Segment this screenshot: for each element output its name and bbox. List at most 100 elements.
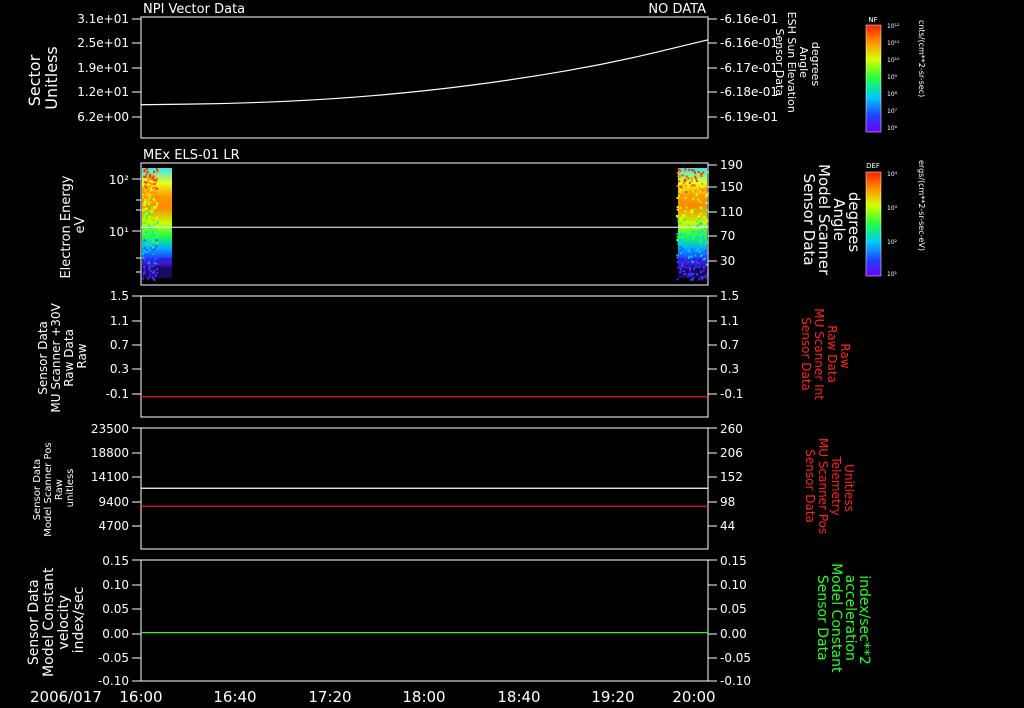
spectrogram-pixel [144,222,147,225]
ylabel-line: degrees [809,42,822,87]
ylabel-line: Raw [838,343,852,368]
ylabel-line: Sensor Data [799,317,813,391]
tick-label: 1.5 [720,289,739,303]
tick-label: 0.10 [720,578,747,592]
ylabel-line: Telemetry [829,455,843,515]
spectrogram-pixel [678,195,680,198]
spectrogram-pixel [696,193,699,195]
ylabel-line: MU Scanner +30V [49,302,63,412]
mex-summary-plot: NPI Vector Data NO DATA 3.1e+01 2.5e+01 … [25,2,926,706]
tick-label: 0.15 [102,554,129,568]
spectrogram-pixel [685,206,688,209]
spectrogram-pixel [681,214,684,217]
tick-label: -0.05 [98,651,129,665]
tick-label: 70 [720,229,735,243]
spectrogram-pixel [689,218,692,221]
def-colorbar-label: DEF [866,162,880,170]
spectrogram-pixel [686,266,689,269]
panel-2: MEx ELS-01 LR 10² 10¹ 190 150 110 70 30 … [59,148,926,286]
spectrogram-pixel [684,189,687,192]
tick-label: 10¹ [887,271,898,278]
spectrogram-pixel [156,221,159,224]
spectrogram-pixel [678,180,681,183]
spectrogram-pixel [151,265,154,268]
spectrogram-pixel [704,241,707,244]
tick-label: 1.2e+01 [77,85,129,99]
spectrogram-pixel [145,173,148,176]
spectrogram-pixel [152,277,155,280]
tick-label: -6.16e-01 [720,12,778,26]
spectrogram-pixel [151,246,154,249]
spectrogram-pixel [143,239,146,242]
spectrogram-pixel [147,277,149,280]
spectrogram-pixel [147,260,150,263]
spectrogram-pixel [699,206,702,209]
spectrogram-pixel [144,201,146,204]
spectrogram-pixel [677,171,680,174]
tick-label: 30 [720,254,735,268]
spectrogram-pixel [684,217,687,220]
def-colorbar-fill [865,171,882,277]
spectrogram-pixel [687,186,690,188]
spectrogram-pixel [143,234,146,236]
panel-5-frame [140,559,709,682]
tick-label: 1.9e+01 [77,61,129,75]
ylabel-line: Sensor Data [26,579,42,665]
spectrogram-pixel [697,171,700,173]
spectrogram-pixel [695,235,698,238]
spectrogram-pixel [145,231,148,234]
spectrogram-pixel [700,172,703,175]
spectrogram-pixel [143,259,146,262]
spectrogram-pixel [681,174,684,177]
spectrogram-pixel [700,182,703,185]
spectrogram-pixel [148,203,150,205]
spectrogram-pixel [156,268,159,271]
tick-marks [132,18,141,118]
spectrogram-pixel [148,196,151,199]
tick-label: 1.1 [110,314,129,328]
spectrogram-pixel [148,228,151,230]
spectrogram-pixel [677,242,680,245]
spectrogram-pixel [688,231,691,234]
tick-label: 10¹¹ [887,40,900,47]
panel-5-ticks-right: 0.15 0.10 0.05 0.00 -0.05 -0.10 [708,554,751,688]
spectrogram-pixel [691,200,694,203]
spectrogram-pixel [684,210,687,213]
ylabel-line: Raw Data [825,325,839,383]
def-colorbar: DEF 10⁴ 10³ 10² 10¹ ergs/(cm**2-sr-sec-e… [865,160,926,278]
spectrogram-pixel [142,277,145,280]
spectrogram-pixel [144,257,147,260]
spectrogram-pixel [151,248,154,251]
spectrogram-pixel [153,257,156,260]
spectrogram-pixel [149,269,152,272]
spectrogram-pixel [143,186,146,189]
spectrogram-pixel [151,196,153,199]
spectrogram-pixel [684,258,686,261]
spectrogram-pixel [701,237,704,240]
tick-label: 18800 [91,446,129,460]
tick-label: -6.19e-01 [720,110,778,124]
spectrogram-pixel [145,181,148,184]
spectrogram-pixel [144,271,147,274]
spectrogram-pixel [156,177,159,180]
spectrogram-pixel [689,211,692,214]
spectrogram-pixel [690,272,693,274]
spectrogram-pixel [690,255,693,258]
spectrogram-lowband [142,258,172,278]
spectrogram-pixel [152,203,155,206]
spectrogram-pixel [146,207,148,210]
panel-2-ticks-left: 10² 10¹ [109,173,141,273]
spectrogram-pixel [152,254,155,257]
spectrogram-pixel [151,177,154,180]
spectrogram-pixel [689,269,691,272]
ylabel-line: unitless [65,469,76,508]
spectrogram-pixel [704,211,707,213]
panel-3-ticks-right: 1.5 1.1 0.7 0.3 -0.1 [708,289,743,401]
spectrogram-pixel [692,197,695,200]
spectrogram-pixel [685,191,688,193]
tick-marks [132,559,141,682]
panel-4-ticks-right: 260 206 152 98 44 [708,422,743,533]
time-axis: 2006/017 16:00 16:40 17:20 18:00 18:40 1… [30,688,716,706]
ylabel-line: index/sec [71,587,87,654]
spectrogram-pixel [679,206,682,209]
